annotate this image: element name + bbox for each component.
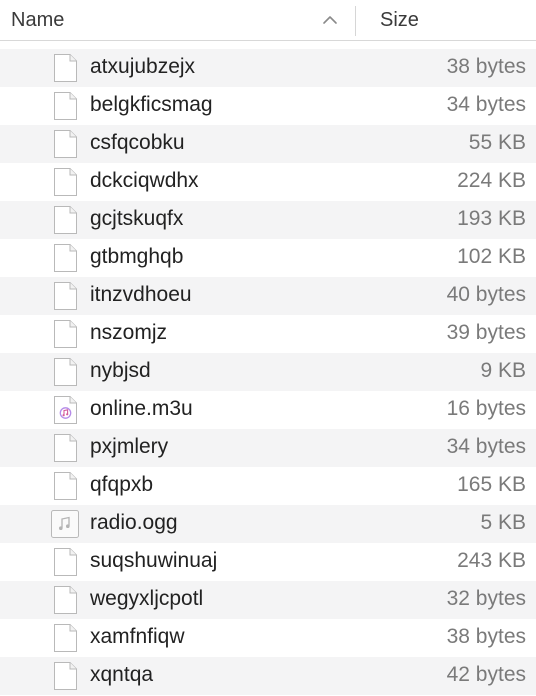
file-name: suqshuwinuaj	[90, 549, 218, 572]
file-row[interactable]: nybjsd 9 KB	[0, 353, 536, 391]
playlist-icon	[53, 395, 78, 425]
file-row[interactable]: belgkficsmag 34 bytes	[0, 87, 536, 125]
document-icon	[53, 319, 78, 349]
file-row[interactable]: gcjtskuqfx 193 KB	[0, 201, 536, 239]
file-row[interactable]: online.m3u 16 bytes	[0, 391, 536, 429]
file-size: 5 KB	[480, 511, 526, 534]
file-size: 193 KB	[457, 207, 526, 230]
file-size: 38 bytes	[446, 55, 526, 78]
file-row[interactable]: dckciqwdhx 224 KB	[0, 163, 536, 201]
file-size: 102 KB	[457, 245, 526, 268]
file-row[interactable]: pxjmlery 34 bytes	[0, 429, 536, 467]
file-size: 224 KB	[457, 169, 526, 192]
file-name: csfqcobku	[90, 131, 185, 154]
file-row[interactable]: nszomjz 39 bytes	[0, 315, 536, 353]
file-size: 42 bytes	[446, 663, 526, 686]
file-row[interactable]: xqntqa 42 bytes	[0, 657, 536, 695]
document-icon	[53, 243, 78, 273]
file-name: xamfnfiqw	[90, 625, 185, 648]
document-icon	[53, 623, 78, 653]
file-name: xqntqa	[90, 663, 154, 686]
audio-file-icon	[50, 509, 80, 539]
document-icon	[53, 357, 78, 387]
file-name: gtbmghqb	[90, 245, 184, 268]
file-size: 32 bytes	[446, 587, 526, 610]
file-size: 40 bytes	[446, 283, 526, 306]
file-row[interactable]: csfqcobku 55 KB	[0, 125, 536, 163]
size-column-label: Size	[380, 9, 419, 31]
file-size: 9 KB	[480, 359, 526, 382]
document-icon	[53, 53, 78, 83]
file-row[interactable]: radio.ogg 5 KB	[0, 505, 536, 543]
name-column-header[interactable]: Name	[0, 0, 356, 40]
file-size: 243 KB	[457, 549, 526, 572]
file-size: 38 bytes	[446, 625, 526, 648]
file-size: 16 bytes	[446, 397, 526, 420]
document-icon	[53, 471, 78, 501]
file-name: online.m3u	[90, 397, 193, 420]
document-icon	[53, 205, 78, 235]
file-name: belgkficsmag	[90, 93, 213, 116]
file-name: nybjsd	[90, 359, 151, 382]
file-name: nszomjz	[90, 321, 168, 344]
file-list: atxujubzejx 38 bytes belgkficsmag 34 bytes c…	[0, 49, 536, 695]
document-icon	[53, 167, 78, 197]
file-row[interactable]: xamfnfiqw 38 bytes	[0, 619, 536, 657]
file-browser-window: Name Size atxujubzejx 38 bytes belgkficsma…	[0, 0, 536, 696]
file-name: qfqpxb	[90, 473, 154, 496]
file-name: radio.ogg	[90, 511, 178, 534]
column-header: Name Size	[0, 0, 536, 41]
file-row[interactable]: suqshuwinuaj 243 KB	[0, 543, 536, 581]
file-name: gcjtskuqfx	[90, 207, 184, 230]
file-name: atxujubzejx	[90, 55, 196, 78]
document-icon	[53, 585, 78, 615]
file-row[interactable]: wegyxljcpotl 32 bytes	[0, 581, 536, 619]
file-size: 39 bytes	[446, 321, 526, 344]
file-row[interactable]: itnzvdhoeu 40 bytes	[0, 277, 536, 315]
document-icon	[53, 433, 78, 463]
file-name: wegyxljcpotl	[90, 587, 204, 610]
document-icon	[53, 91, 78, 121]
size-column-header[interactable]: Size	[356, 0, 536, 40]
file-row[interactable]: atxujubzejx 38 bytes	[0, 49, 536, 87]
file-size: 34 bytes	[446, 435, 526, 458]
file-size: 55 KB	[468, 131, 526, 154]
file-name: pxjmlery	[90, 435, 169, 458]
document-icon	[53, 281, 78, 311]
file-name: itnzvdhoeu	[90, 283, 192, 306]
file-size: 34 bytes	[446, 93, 526, 116]
file-row[interactable]: gtbmghqb 102 KB	[0, 239, 536, 277]
document-icon	[53, 661, 78, 691]
file-name: dckciqwdhx	[90, 169, 199, 192]
chevron-up-icon[interactable]	[321, 12, 339, 28]
name-column-label: Name	[11, 9, 65, 31]
file-size: 165 KB	[457, 473, 526, 496]
document-icon	[53, 547, 78, 577]
file-row[interactable]: qfqpxb 165 KB	[0, 467, 536, 505]
document-icon	[53, 129, 78, 159]
